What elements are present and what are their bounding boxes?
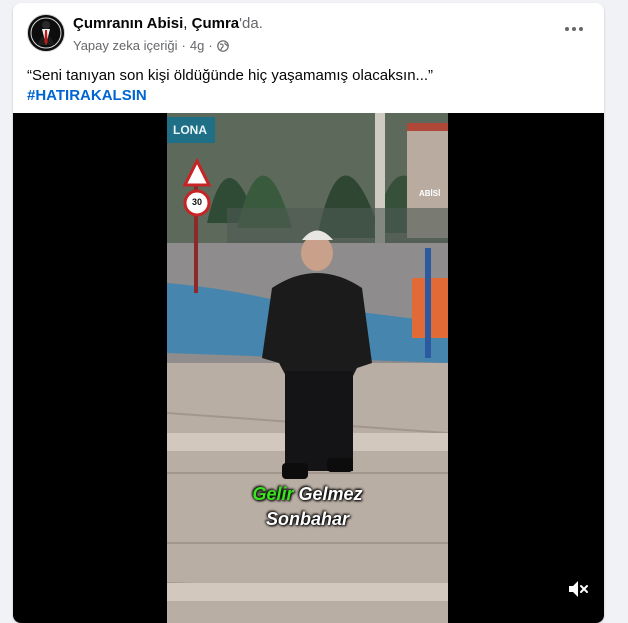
video-scene: [167, 113, 448, 623]
speed-limit-label: 30: [191, 197, 202, 207]
meta-dot-2: ·: [208, 38, 213, 53]
video-caption-line1: Gelir Gelmez: [167, 484, 448, 505]
author-line: Çumranın Abisi, Çumra'da.: [73, 15, 263, 32]
caption-highlight: Gelir: [252, 484, 294, 504]
location-separator: ,: [183, 15, 192, 32]
more-dot: [579, 27, 583, 31]
post-card: Çumranın Abisi, Çumra'da. Yapay zeka içe…: [13, 3, 604, 623]
more-dot: [572, 27, 576, 31]
speaker-muted-icon[interactable]: [567, 579, 589, 599]
more-options-button[interactable]: [562, 21, 586, 37]
post-time[interactable]: 4g: [190, 38, 204, 53]
more-horizontal-icon: [565, 27, 569, 31]
location-suffix: 'da.: [239, 15, 263, 32]
post-meta: Yapay zeka içeriği · 4g ·: [73, 38, 229, 53]
post-text: “Seni tanıyan son kişi öldüğünde hiç yaş…: [27, 67, 434, 84]
video-frame: LONA 30 ABİSİ Gelir Gelmez Sonbahar: [167, 113, 448, 623]
video-caption-line2: Sonbahar: [265, 509, 349, 529]
ai-content-label[interactable]: Yapay zeka içeriği: [73, 38, 178, 53]
globe-icon[interactable]: [216, 39, 229, 52]
watermark-text: ABİSİ: [419, 189, 441, 198]
video-player[interactable]: LONA 30 ABİSİ Gelir Gelmez Sonbahar: [13, 113, 604, 623]
author-avatar[interactable]: [27, 14, 65, 52]
sign-text: LONA: [173, 123, 207, 137]
caption-rest: Gelmez: [293, 484, 363, 504]
location-link[interactable]: Çumra: [192, 15, 240, 32]
avatar-image: [28, 15, 64, 51]
hashtag-link[interactable]: #HATIRAKALSIN: [27, 87, 147, 104]
author-name[interactable]: Çumranın Abisi: [73, 15, 183, 32]
meta-dot: ·: [181, 38, 186, 53]
